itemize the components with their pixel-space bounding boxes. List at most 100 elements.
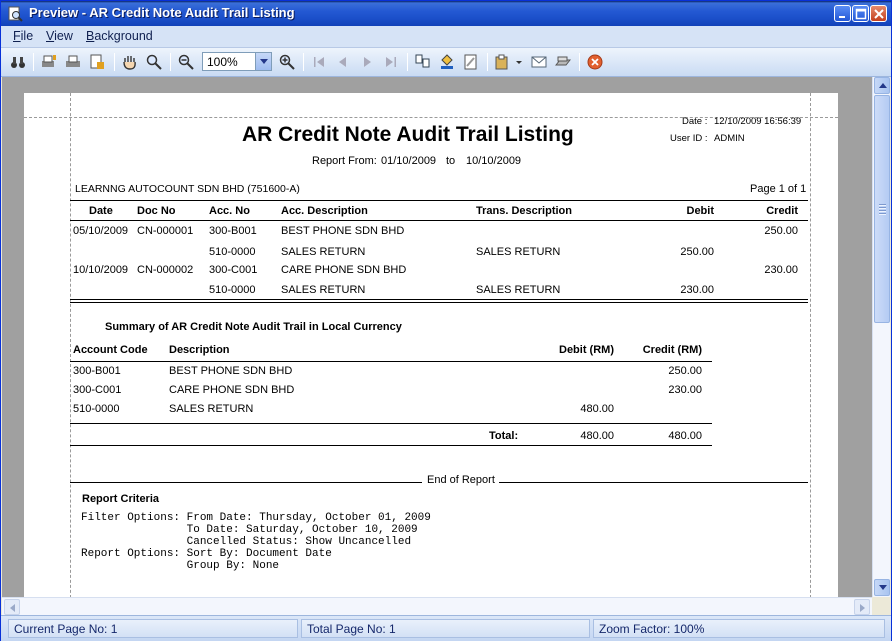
previous-page-button[interactable] (333, 52, 353, 72)
status-bar: Current Page No: 1 Total Page No: 1 Zoom… (1, 615, 891, 641)
scroll-left-button[interactable] (4, 599, 20, 615)
row1-credit: 250.00 (764, 225, 798, 237)
vertical-scroll-thumb[interactable] (874, 95, 890, 323)
sum-total-debit: 480.00 (580, 430, 614, 442)
zoom-dropdown-button[interactable] (255, 53, 271, 70)
title-bar[interactable]: Preview - AR Credit Note Audit Trail Lis… (1, 1, 891, 26)
row4-debit: 230.00 (680, 284, 714, 296)
date-value: 12/10/2009 16:56:39 (714, 116, 802, 127)
send-email-button[interactable] (529, 52, 549, 72)
magnifier-icon (146, 54, 162, 70)
zoom-out-button[interactable] (176, 52, 196, 72)
sum-row2-credit: 230.00 (668, 384, 702, 396)
window-title: Preview - AR Credit Note Audit Trail Lis… (29, 5, 295, 20)
last-page-button[interactable] (381, 52, 401, 72)
minimize-icon (839, 16, 845, 18)
paint-bucket-icon (441, 54, 453, 69)
printer-icon (66, 55, 80, 67)
close-button[interactable] (870, 5, 887, 22)
vertical-scrollbar[interactable] (872, 77, 890, 597)
sum-row3-debit: 480.00 (580, 403, 614, 415)
export-dropdown-button[interactable] (513, 52, 523, 72)
sum-row2-desc: CARE PHONE SDN BHD (169, 384, 295, 396)
document-preview-icon (8, 6, 23, 22)
hand-tool-button[interactable] (120, 52, 140, 72)
criteria-title: Report Criteria (82, 493, 160, 505)
minimize-button[interactable] (834, 5, 851, 22)
preview-window: Preview - AR Credit Note Audit Trail Lis… (0, 0, 892, 641)
current-page-status: Current Page No: 1 (8, 619, 298, 638)
row1-doc-no: CN-000001 (137, 225, 194, 237)
report-to-date: 10/10/2009 (466, 155, 522, 167)
criteria-line-5: Group By: None (81, 560, 280, 572)
row3-credit: 230.00 (764, 264, 798, 276)
arrow-down-icon (879, 585, 887, 590)
open-file-icon (555, 56, 571, 66)
last-page-icon (386, 57, 396, 67)
maximize-button[interactable] (852, 5, 869, 22)
scroll-up-button[interactable] (874, 77, 890, 94)
date-label: Date : (682, 116, 708, 127)
sum-total-label: Total: (489, 430, 519, 442)
criteria-line-3: Cancelled Status: Show Uncancelled (81, 536, 412, 548)
row2-acc-no: 510-0000 (209, 246, 256, 258)
criteria-line-2: To Date: Saturday, October 10, 2009 (81, 524, 418, 536)
sum-row3-desc: SALES RETURN (169, 403, 254, 415)
sum-col-description: Description (169, 344, 230, 356)
hand-icon (123, 56, 136, 70)
scroll-right-button[interactable] (854, 599, 870, 615)
find-button[interactable] (8, 52, 28, 72)
userid-label: User ID : (670, 133, 708, 144)
row4-acc-desc: SALES RETURN (281, 284, 366, 296)
col-debit: Debit (686, 205, 715, 217)
multi-page-button[interactable] (413, 52, 433, 72)
binoculars-icon (11, 57, 25, 68)
company-name: LEARNNG AUTOCOUNT SDN BHD (751600-A) (75, 183, 300, 195)
col-trans-desc: Trans. Description (476, 205, 572, 217)
zoom-in-button[interactable] (277, 52, 297, 72)
watermark-button[interactable] (461, 52, 481, 72)
row4-trans-desc: SALES RETURN (476, 284, 561, 296)
menu-view[interactable]: View (46, 29, 73, 43)
open-file-button[interactable] (553, 52, 573, 72)
col-credit: Credit (766, 205, 798, 217)
export-button[interactable] (493, 52, 513, 72)
watermark-icon (464, 54, 477, 70)
scroll-down-button[interactable] (874, 579, 890, 596)
menu-bar: File View Background (1, 26, 891, 48)
row3-doc-no: CN-000002 (137, 264, 194, 276)
sum-row3-code: 510-0000 (73, 403, 120, 415)
zoom-select[interactable]: 100% (202, 52, 272, 71)
first-page-icon (314, 57, 324, 67)
magnifier-tool-button[interactable] (144, 52, 164, 72)
menu-background[interactable]: Background (86, 29, 153, 43)
sum-col-debit: Debit (RM) (559, 344, 614, 356)
horizontal-scrollbar[interactable] (2, 597, 872, 615)
chevron-down-icon (260, 59, 268, 64)
toolbar: 100% (1, 48, 891, 77)
sum-row1-desc: BEST PHONE SDN BHD (169, 365, 293, 377)
preview-area[interactable]: Date : 12/10/2009 16:56:39 User ID : ADM… (2, 77, 872, 597)
userid-value: ADMIN (714, 133, 745, 144)
end-of-report: End of Report (427, 474, 495, 486)
row3-acc-desc: CARE PHONE SDN BHD (281, 264, 407, 276)
color-button[interactable] (437, 52, 457, 72)
total-page-status: Total Page No: 1 (301, 619, 590, 638)
sum-col-credit: Credit (RM) (642, 344, 702, 356)
first-page-button[interactable] (309, 52, 329, 72)
next-page-button[interactable] (357, 52, 377, 72)
arrow-left-icon (10, 604, 15, 612)
report-from-label: Report From: (312, 155, 377, 167)
report-to-label: to (446, 155, 456, 167)
sum-col-account-code: Account Code (73, 344, 148, 356)
menu-file[interactable]: File (13, 29, 33, 43)
print-button[interactable] (63, 52, 83, 72)
print-setup-button[interactable] (39, 52, 59, 72)
row2-acc-desc: SALES RETURN (281, 246, 366, 258)
arrow-up-icon (879, 83, 887, 88)
page-setup-button[interactable] (87, 52, 107, 72)
envelope-icon (531, 56, 547, 68)
zoom-in-icon (279, 54, 295, 70)
row4-acc-no: 510-0000 (209, 284, 256, 296)
close-preview-button[interactable] (585, 52, 605, 72)
